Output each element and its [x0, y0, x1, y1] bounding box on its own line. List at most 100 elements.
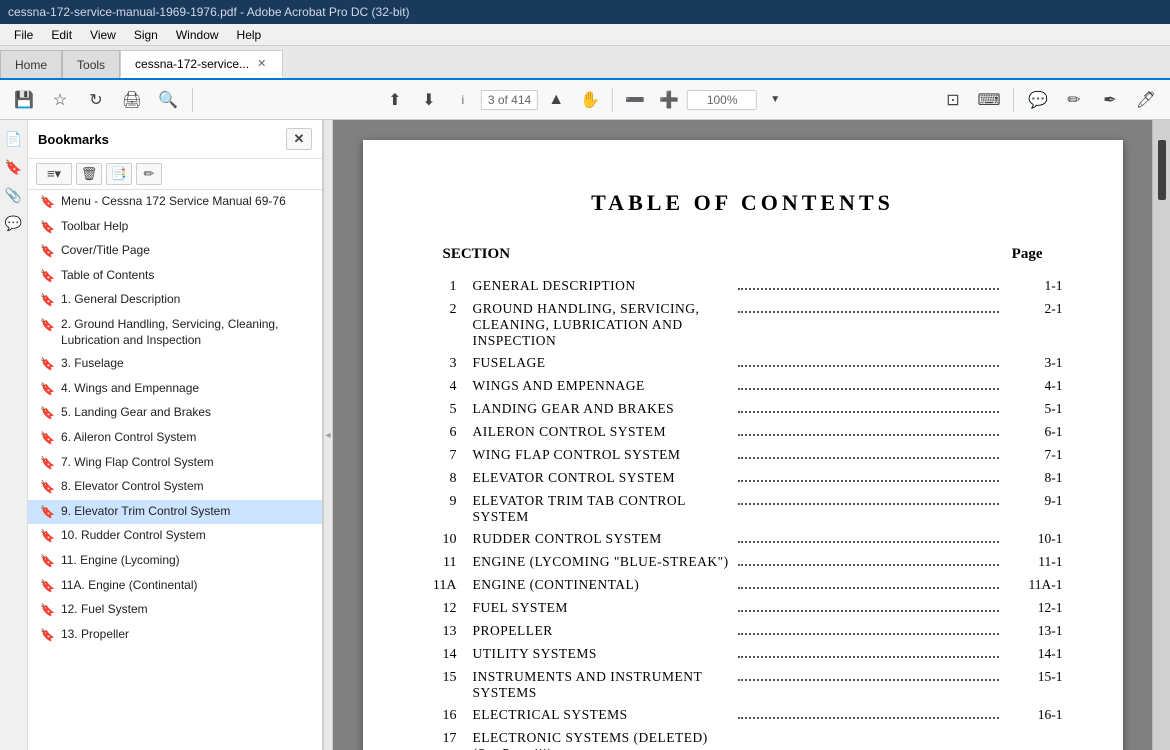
bookmark-item-landing[interactable]: 🔖 5. Landing Gear and Brakes	[28, 401, 322, 426]
bookmark-item-elevator[interactable]: 🔖 8. Elevator Control System	[28, 475, 322, 500]
bookmarks-panel-icon[interactable]: 🔖	[3, 156, 25, 178]
toc-row[interactable]: 15 INSTRUMENTS AND INSTRUMENT SYSTEMS 15…	[423, 666, 1063, 704]
toc-row[interactable]: 6 AILERON CONTROL SYSTEM 6-1	[423, 421, 1063, 444]
sign-button[interactable]: 🖊	[1130, 86, 1162, 114]
tab-doc[interactable]: cessna-172-service... ✕	[120, 50, 283, 78]
toc-row[interactable]: 2 GROUND HANDLING, SERVICING, CLEANING, …	[423, 298, 1063, 352]
toc-dots	[738, 388, 999, 390]
toc-row[interactable]: 16 ELECTRICAL SYSTEMS 16-1	[423, 704, 1063, 727]
zoom-in-button[interactable]: ➕	[653, 86, 685, 114]
close-bookmarks-button[interactable]: ✕	[286, 128, 312, 150]
pdf-area[interactable]: TABLE OF CONTENTS SECTION Page 1 GENERAL…	[333, 120, 1152, 750]
toc-row-num: 3	[423, 356, 473, 372]
bookmark-icon: 🔖	[40, 293, 55, 309]
bookmark-icon: 🔖	[40, 195, 55, 211]
bookmark-icon: 🔖	[40, 357, 55, 373]
toc-row[interactable]: 11 ENGINE (LYCOMING "BLUE-STREAK") 11-1	[423, 551, 1063, 574]
comments-panel-icon[interactable]: 💬	[3, 212, 25, 234]
pages-panel-icon[interactable]: 📄	[3, 128, 25, 150]
keyboard-button[interactable]: ⌨	[973, 86, 1005, 114]
bookmark-label: 4. Wings and Empennage	[61, 381, 199, 397]
bookmarks-panel: Bookmarks ✕ ≡▾ 🗑 📑 ✏ 🔖 Menu - Cessna 172…	[28, 120, 323, 750]
menu-window[interactable]: Window	[168, 26, 227, 44]
toc-row-page: 2-1	[1003, 301, 1063, 317]
scroll-up-button[interactable]: ⬆	[379, 86, 411, 114]
menu-view[interactable]: View	[82, 26, 124, 44]
refresh-button[interactable]: ↻	[80, 86, 112, 114]
bookmark-item-rudder[interactable]: 🔖 10. Rudder Control System	[28, 524, 322, 549]
bookmark-item-toc[interactable]: 🔖 Table of Contents	[28, 264, 322, 289]
bookmark-item-cover[interactable]: 🔖 Cover/Title Page	[28, 239, 322, 264]
menu-sign[interactable]: Sign	[126, 26, 166, 44]
toc-row[interactable]: 3 FUSELAGE 3-1	[423, 352, 1063, 375]
toc-row-page: 8-1	[1003, 470, 1063, 486]
scroll-down-button[interactable]: ⬇	[413, 86, 445, 114]
bookmark-label: 5. Landing Gear and Brakes	[61, 405, 211, 421]
toc-dots	[738, 587, 999, 589]
resize-handle[interactable]: ◂	[323, 120, 333, 750]
fit-page-button[interactable]: ⊡	[937, 86, 969, 114]
tab-tools[interactable]: Tools	[62, 50, 120, 78]
expand-all-button[interactable]: ≡▾	[36, 163, 72, 185]
bookmark-item-wingflap[interactable]: 🔖 7. Wing Flap Control System	[28, 451, 322, 476]
bookmark-icon: 🔖	[40, 529, 55, 545]
toc-row-page: 15-1	[1003, 669, 1063, 685]
bookmark-item-fuselage[interactable]: 🔖 3. Fuselage	[28, 352, 322, 377]
bookmark-icon: 🔖	[40, 431, 55, 447]
menu-edit[interactable]: Edit	[43, 26, 80, 44]
toc-row[interactable]: 11A ENGINE (CONTINENTAL) 11A-1	[423, 574, 1063, 597]
bookmark-item-toolbar-help[interactable]: 🔖 Toolbar Help	[28, 215, 322, 240]
toc-row[interactable]: 14 UTILITY SYSTEMS 14-1	[423, 643, 1063, 666]
bookmark-item-elevtrim[interactable]: 🔖 9. Elevator Trim Control System	[28, 500, 322, 525]
zoom-level[interactable]: 100%	[687, 90, 757, 110]
nav-group: ⬆ ⬇ i 3 of 414 ▲ ✋ ➖ ➕ 100% ▼	[379, 86, 791, 114]
highlight-button[interactable]: ✏	[1058, 86, 1090, 114]
bookmark-item-gen-desc[interactable]: 🔖 1. General Description	[28, 288, 322, 313]
menu-file[interactable]: File	[6, 26, 41, 44]
search-button[interactable]: 🔍	[152, 86, 184, 114]
menu-help[interactable]: Help	[229, 26, 270, 44]
delete-bookmark-button[interactable]: 🗑	[76, 163, 102, 185]
attachments-panel-icon[interactable]: 📎	[3, 184, 25, 206]
hand-tool-button[interactable]: ✋	[574, 86, 606, 114]
bookmark-item-aileron[interactable]: 🔖 6. Aileron Control System	[28, 426, 322, 451]
bookmark-item-fuel[interactable]: 🔖 12. Fuel System	[28, 598, 322, 623]
page-info[interactable]: 3 of 414	[481, 90, 538, 110]
select-tool-button[interactable]: ▲	[540, 86, 572, 114]
zoom-out-button[interactable]: ➖	[619, 86, 651, 114]
toc-row[interactable]: 13 PROPELLER 13-1	[423, 620, 1063, 643]
bookmark-item-prop[interactable]: 🔖 13. Propeller	[28, 623, 322, 648]
toc-row-title: GENERAL DESCRIPTION	[473, 278, 734, 294]
toc-row[interactable]: 12 FUEL SYSTEM 12-1	[423, 597, 1063, 620]
bookmark-button[interactable]: ☆	[44, 86, 76, 114]
bookmark-item-wings[interactable]: 🔖 4. Wings and Empennage	[28, 377, 322, 402]
toc-row[interactable]: 10 RUDDER CONTROL SYSTEM 10-1	[423, 528, 1063, 551]
new-bookmark-button[interactable]: 📑	[106, 163, 132, 185]
toc-row[interactable]: 9 ELEVATOR TRIM TAB CONTROL SYSTEM 9-1	[423, 490, 1063, 528]
bookmark-icon: 🔖	[40, 505, 55, 521]
bookmark-label: Table of Contents	[61, 268, 154, 284]
tab-home[interactable]: Home	[0, 50, 62, 78]
edit-bookmark-button[interactable]: ✏	[136, 163, 162, 185]
toc-row[interactable]: 4 WINGS AND EMPENNAGE 4-1	[423, 375, 1063, 398]
toc-row[interactable]: 8 ELEVATOR CONTROL SYSTEM 8-1	[423, 467, 1063, 490]
save-button[interactable]: 💾	[8, 86, 40, 114]
toc-row-num: 8	[423, 471, 473, 487]
bookmark-icon: 🔖	[40, 382, 55, 398]
bookmark-item-ground[interactable]: 🔖 2. Ground Handling, Servicing, Cleanin…	[28, 313, 322, 352]
print-button[interactable]: 🖨	[116, 86, 148, 114]
toc-row[interactable]: 1 GENERAL DESCRIPTION 1-1	[423, 275, 1063, 298]
tab-close-icon[interactable]: ✕	[255, 57, 268, 70]
toc-row[interactable]: 17 ELECTRONIC SYSTEMS (DELETED) (See Pag…	[423, 727, 1063, 750]
toc-row[interactable]: 5 LANDING GEAR AND BRAKES 5-1	[423, 398, 1063, 421]
toc-row-num: 17	[423, 731, 473, 747]
comment-button[interactable]: 💬	[1022, 86, 1054, 114]
toc-row[interactable]: 7 WING FLAP CONTROL SYSTEM 7-1	[423, 444, 1063, 467]
zoom-dropdown-icon[interactable]: ▼	[759, 86, 791, 114]
toc-row-title: ELEVATOR CONTROL SYSTEM	[473, 470, 734, 486]
toc-row-title: RUDDER CONTROL SYSTEM	[473, 531, 734, 547]
draw-button[interactable]: ✒	[1094, 86, 1126, 114]
bookmark-item-engine-lyc[interactable]: 🔖 11. Engine (Lycoming)	[28, 549, 322, 574]
bookmark-item-engine-cont[interactable]: 🔖 11A. Engine (Continental)	[28, 574, 322, 599]
bookmark-item-menu[interactable]: 🔖 Menu - Cessna 172 Service Manual 69-76	[28, 190, 322, 215]
